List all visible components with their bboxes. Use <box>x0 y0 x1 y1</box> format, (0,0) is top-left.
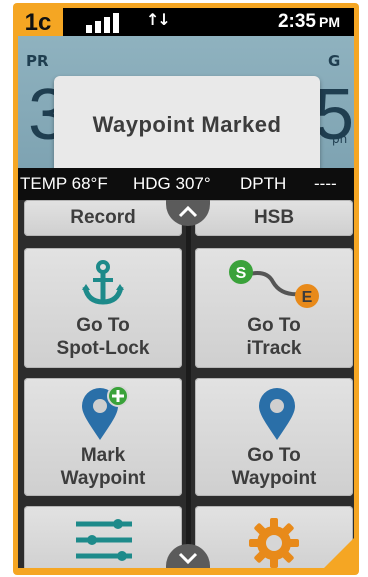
settings-sliders-button[interactable] <box>24 506 182 568</box>
gauge-left-label: PR <box>26 52 49 70</box>
mark-waypoint-button[interactable]: Mark Waypoint <box>24 378 182 496</box>
info-bar: TEMP 68°F HDG 307° DPTH ---- <box>18 168 354 200</box>
goto-waypoint-line1: Go To <box>247 445 301 466</box>
itrack-route-icon: S E <box>229 260 319 308</box>
go-to-waypoint-button[interactable]: Go To Waypoint <box>195 378 353 496</box>
itrack-line1: Go To <box>247 315 301 336</box>
status-bar: 1c ↑↓ 2:35 PM <box>18 8 354 42</box>
scroll-down-button[interactable] <box>166 544 210 568</box>
scroll-up-button[interactable] <box>166 200 210 226</box>
anchor-icon <box>82 260 124 305</box>
mark-waypoint-pin-icon <box>82 386 129 440</box>
data-transfer-icon: ↑↓ <box>146 10 171 29</box>
depth-label: DPTH <box>240 174 287 193</box>
record-label: Record <box>70 207 136 228</box>
itrack-end-marker: E <box>302 289 313 306</box>
corner-accent <box>324 538 354 568</box>
hsb-label: HSB <box>253 207 295 228</box>
go-to-spot-lock-button[interactable]: Go To Spot-Lock <box>24 248 182 368</box>
screen: 1c ↑↓ 2:35 PM PR 3 G 5 ph Waypoint Marked… <box>18 8 354 568</box>
speed-gauge-panel: PR 3 G 5 ph Waypoint Marked <box>18 36 354 174</box>
spot-lock-line1: Go To <box>76 315 130 336</box>
clock-ampm: PM <box>319 14 340 30</box>
chevron-down-icon <box>178 552 198 565</box>
waypoint-pin-icon <box>259 388 295 440</box>
heading-readout: HDG 307° <box>133 174 211 193</box>
mark-waypoint-line2: Waypoint <box>60 468 146 489</box>
gauge-right-unit: ph <box>332 132 348 146</box>
button-grid: Record HSB Go To Spot-Lock S E Go To iTr… <box>18 200 354 568</box>
record-button[interactable]: Record <box>24 200 182 236</box>
depth-value: ---- <box>314 174 337 193</box>
clock-time: 2:35 <box>277 11 316 32</box>
sliders-icon <box>76 519 132 561</box>
go-to-itrack-button[interactable]: S E Go To iTrack <box>195 248 353 368</box>
grid-divider <box>186 200 191 568</box>
itrack-start-marker: S <box>236 265 247 282</box>
temp-readout: TEMP 68°F <box>20 174 108 193</box>
waypoint-marked-popup[interactable]: Waypoint Marked <box>54 76 320 174</box>
gauge-right-label: G <box>328 52 341 70</box>
clock: 2:35 PM <box>278 11 340 33</box>
spot-lock-line2: Spot-Lock <box>56 338 150 359</box>
chevron-up-icon <box>178 205 198 218</box>
gear-icon <box>249 518 299 568</box>
hsb-button[interactable]: HSB <box>195 200 353 236</box>
signal-strength-icon <box>86 13 126 33</box>
goto-waypoint-line2: Waypoint <box>231 468 317 489</box>
popup-message: Waypoint Marked <box>92 112 282 137</box>
mark-waypoint-line1: Mark <box>80 445 126 466</box>
itrack-line2: iTrack <box>246 338 302 359</box>
